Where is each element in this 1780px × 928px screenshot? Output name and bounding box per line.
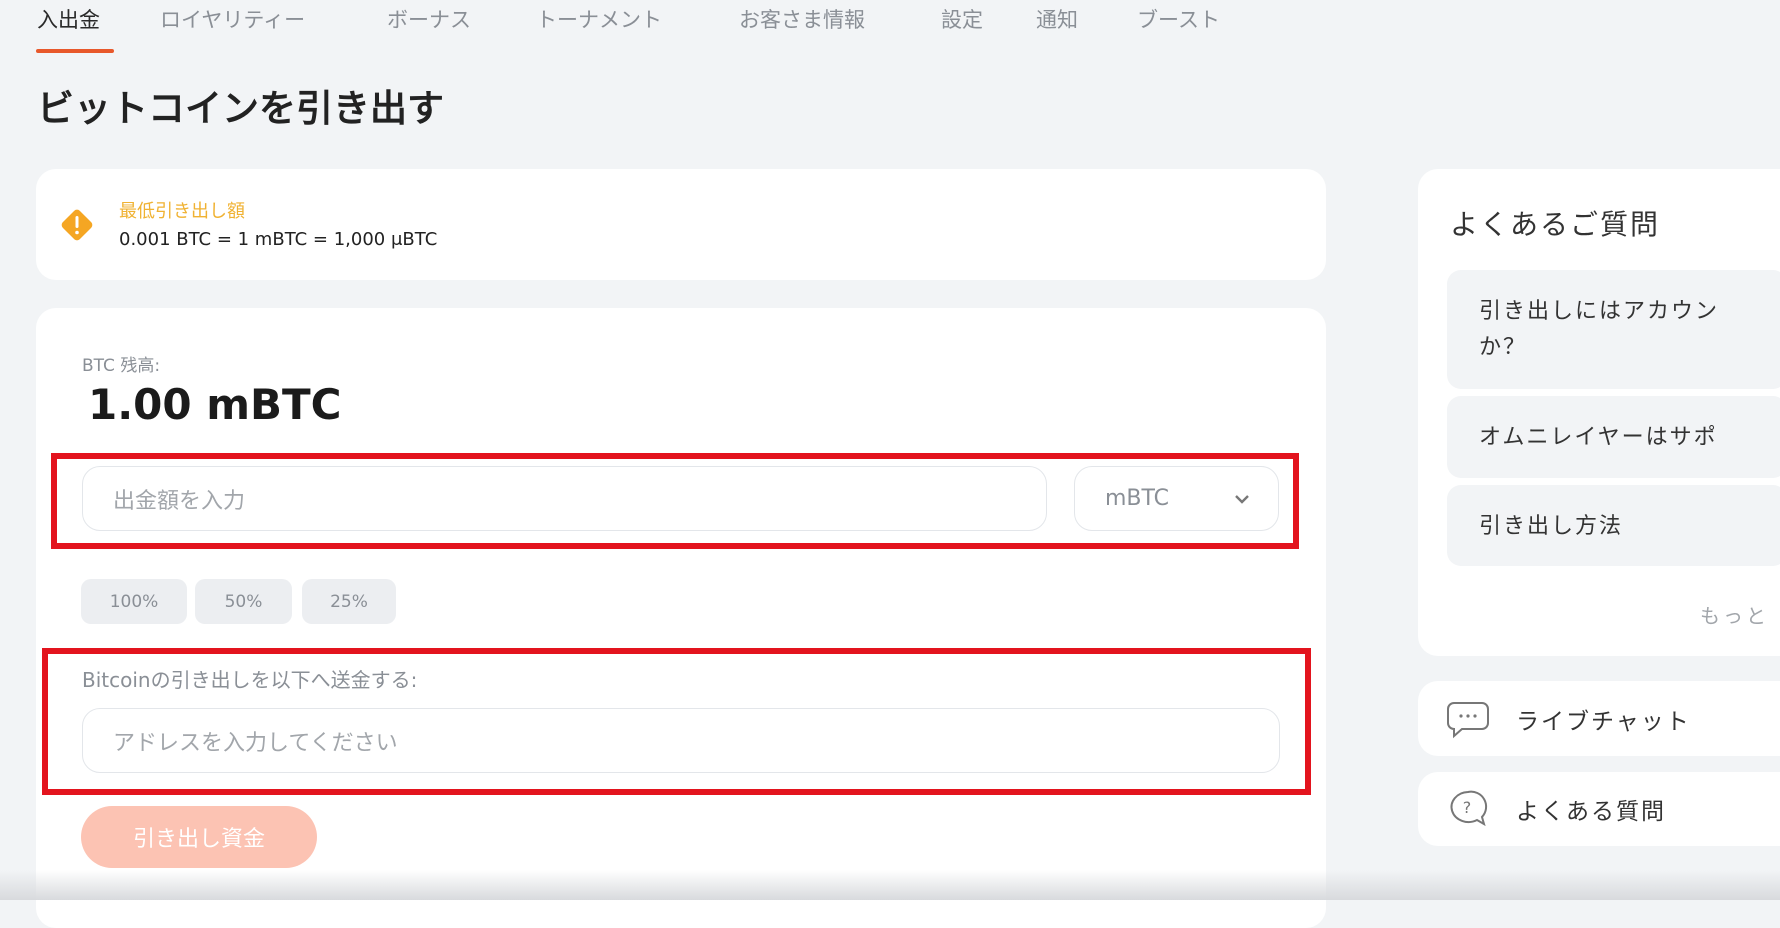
- notice-title: 最低引き出し額: [119, 201, 245, 222]
- currency-value: mBTC: [1105, 486, 1170, 511]
- faq-title: よくあるご質問: [1450, 208, 1661, 241]
- faq-item[interactable]: 引き出しにはアカウン か？: [1447, 270, 1780, 389]
- amount-input[interactable]: 出金額を入力: [82, 466, 1047, 531]
- tab-notifications[interactable]: 通知: [1036, 4, 1078, 34]
- page-title: ビットコインを引き出す: [37, 87, 444, 130]
- percent-100-button[interactable]: 100%: [81, 579, 187, 624]
- tab-boost[interactable]: ブースト: [1137, 4, 1220, 34]
- address-label: Bitcoinの引き出しを以下へ送金する:: [82, 668, 418, 692]
- svg-text:?: ?: [1463, 798, 1474, 817]
- balance-label: BTC 残高:: [82, 356, 161, 376]
- live-chat-label: ライブチャット: [1516, 708, 1691, 735]
- chevron-down-icon: [1235, 494, 1249, 504]
- notice-text: 0.001 BTC = 1 mBTC = 1,000 μBTC: [119, 229, 438, 250]
- balance-value: 1.00 mBTC: [88, 380, 342, 429]
- minimum-withdrawal-notice: [36, 169, 1326, 280]
- faq-item[interactable]: 引き出し方法: [1447, 485, 1780, 566]
- tab-bonus[interactable]: ボーナス: [387, 4, 471, 34]
- tab-deposit-withdraw[interactable]: 入出金: [37, 4, 100, 34]
- tab-loyalty[interactable]: ロイヤリティー: [160, 4, 305, 34]
- tab-settings[interactable]: 設定: [941, 4, 983, 34]
- currency-select[interactable]: mBTC: [1074, 466, 1279, 531]
- faq-item[interactable]: オムニレイヤーはサポ: [1447, 396, 1780, 478]
- chat-bubble-icon: [1447, 701, 1489, 738]
- faq-label: よくある質問: [1516, 799, 1666, 825]
- percent-50-button[interactable]: 50%: [195, 579, 292, 624]
- warning-icon: [61, 209, 93, 241]
- tab-tournament[interactable]: トーナメント: [536, 4, 662, 34]
- address-input[interactable]: アドレスを入力してください: [82, 708, 1280, 773]
- question-bubble-icon: ?: [1450, 790, 1488, 827]
- faq-more-link[interactable]: もっと: [1700, 600, 1769, 629]
- withdraw-button[interactable]: 引き出し資金: [81, 806, 317, 868]
- percent-25-button[interactable]: 25%: [302, 579, 396, 624]
- faq-button[interactable]: ? よくある質問: [1418, 772, 1780, 846]
- active-tab-indicator: [36, 49, 114, 53]
- tab-customer-info[interactable]: お客さま情報: [739, 4, 865, 34]
- bottom-shadow: [0, 870, 1780, 900]
- live-chat-button[interactable]: ライブチャット: [1418, 681, 1780, 756]
